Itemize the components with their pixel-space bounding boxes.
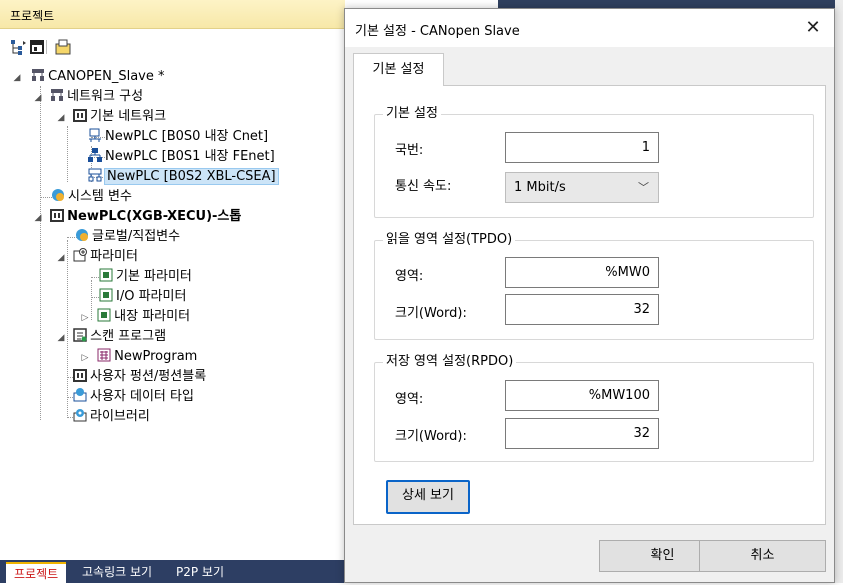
rpdo-size-label: 크기(Word):	[395, 429, 467, 444]
tpdo-area-field[interactable]: %MW0	[505, 257, 659, 288]
tree-node-csea[interactable]: NewPLC [B0S2 XBL-CSEA]	[87, 167, 279, 187]
project-tree: ◢ CANOPEN_Slave * ◢ 네트워크 구성 ◢ 기본 네트워크 Ne…	[0, 60, 345, 540]
dialog-titlebar: 기본 설정 - CANopen Slave ✕	[345, 9, 834, 47]
io-parameter-icon	[98, 287, 114, 303]
tree-node-network-config[interactable]: ◢ 네트워크 구성	[35, 87, 143, 107]
project-panel-header: 프로젝트	[0, 0, 345, 29]
tpdo-size-label: 크기(Word):	[395, 306, 467, 321]
collapse-arrow-icon[interactable]: ◢	[56, 113, 66, 123]
base-network-icon	[72, 107, 88, 123]
bottom-tab-bar: 프로젝트 고속링크 보기 P2P 보기	[0, 560, 345, 583]
basic-parameter-icon	[98, 267, 114, 283]
collapse-arrow-icon[interactable]: ◢	[33, 93, 43, 103]
expand-arrow-icon[interactable]: ▷	[80, 353, 90, 363]
speed-label: 통신 속도:	[395, 179, 452, 194]
speed-select-value: 1 Mbit/s	[514, 180, 566, 195]
tree-node-builtin-parameter[interactable]: ▷ 내장 파라미터	[82, 307, 190, 327]
station-number-field[interactable]: 1	[505, 132, 659, 163]
group-title: 기본 설정	[383, 106, 441, 122]
tab-project[interactable]: 프로젝트	[6, 562, 67, 583]
group-title: 읽을 영역 설정(TPDO)	[383, 232, 516, 248]
builtin-parameter-icon	[96, 307, 112, 323]
global-variable-icon	[74, 227, 90, 243]
collapse-arrow-icon[interactable]: ◢	[12, 73, 22, 83]
tree-layout-icon[interactable]	[10, 38, 28, 56]
tpdo-area-label: 영역:	[395, 269, 424, 284]
tpdo-group: 읽을 영역 설정(TPDO) 영역: %MW0 크기(Word): 32	[374, 232, 814, 340]
tree-node-scan-program[interactable]: ◢ 스캔 프로그램	[58, 327, 166, 347]
plc-icon	[49, 207, 65, 223]
tree-node-parameter[interactable]: ◢ 파라미터	[58, 247, 138, 267]
tree-node-project-root[interactable]: ◢ CANOPEN_Slave *	[12, 67, 165, 87]
rpdo-area-label: 영역:	[395, 392, 424, 407]
toolbar-separator	[46, 40, 47, 54]
collapse-arrow-icon[interactable]: ◢	[56, 333, 66, 343]
network-config-icon	[49, 87, 65, 103]
tpdo-size-field[interactable]: 32	[505, 294, 659, 325]
tree-node-basic-parameter[interactable]: 기본 파라미터	[98, 267, 192, 287]
detail-view-button[interactable]: 상세 보기	[386, 480, 470, 514]
tree-node-plc[interactable]: ◢ NewPLC(XGB-XECU)-스톱	[35, 207, 241, 227]
scan-program-icon	[72, 327, 88, 343]
project-panel-title: 프로젝트	[10, 9, 55, 23]
tree-line	[67, 126, 68, 182]
tree-node-global-variable[interactable]: 글로벌/직접변수	[74, 227, 180, 247]
tree-node-system-variable[interactable]: 시스템 변수	[50, 187, 132, 207]
tab-p2p[interactable]: P2P 보기	[168, 562, 232, 583]
cancel-button[interactable]: 취소	[699, 540, 826, 572]
background-window-bar	[498, 0, 843, 8]
station-label: 국번:	[395, 143, 424, 158]
tab-basic-settings[interactable]: 기본 설정	[353, 53, 444, 86]
fenet-icon	[87, 147, 103, 163]
tab-page: 기본 설정 국번: 1 통신 속도: 1 Mbit/s ﹀ 읽을 영역 설정(T…	[353, 85, 826, 525]
tree-node-fenet[interactable]: NewPLC [B0S1 내장 FEnet]	[87, 147, 275, 167]
project-panel: 프로젝트 ◢ CANOPEN_Slave * ◢ 네트워크 구성 ◢ 기본 네트…	[0, 0, 345, 583]
close-icon[interactable]: ✕	[798, 13, 828, 43]
project-toolbar	[0, 30, 345, 60]
tree-node-new-program[interactable]: ▷ NewProgram	[82, 347, 197, 367]
basic-settings-dialog: 기본 설정 - CANopen Slave ✕ 기본 설정 기본 설정 국번: …	[344, 8, 835, 583]
tree-line	[40, 220, 41, 420]
csea-icon	[87, 167, 103, 183]
library-icon	[72, 407, 88, 423]
tree-node-cnet[interactable]: NewPLC [B0S0 내장 Cnet]	[87, 127, 268, 147]
collapse-arrow-icon[interactable]: ◢	[56, 253, 66, 263]
parameter-icon	[72, 247, 88, 263]
tree-node-user-function[interactable]: 사용자 펑션/펑션블록	[72, 367, 206, 387]
rpdo-size-field[interactable]: 32	[505, 418, 659, 449]
expand-arrow-icon[interactable]: ▷	[80, 313, 90, 323]
group-title: 저장 영역 설정(RPDO)	[383, 354, 517, 370]
basic-settings-group: 기본 설정 국번: 1 통신 속도: 1 Mbit/s ﹀	[374, 106, 814, 218]
cnet-icon	[87, 127, 103, 143]
properties-icon[interactable]	[54, 38, 72, 56]
background-window	[835, 0, 843, 583]
chevron-down-icon: ﹀	[638, 181, 649, 194]
window-icon[interactable]	[28, 38, 46, 56]
tree-node-library[interactable]: 라이브러리	[72, 407, 150, 427]
speed-select[interactable]: 1 Mbit/s ﹀	[505, 172, 659, 203]
network-root-icon	[30, 67, 46, 83]
tree-node-base-network[interactable]: ◢ 기본 네트워크	[58, 107, 166, 127]
tree-node-io-parameter[interactable]: I/O 파라미터	[98, 287, 186, 307]
program-icon	[96, 347, 112, 363]
tab-high-speed-link[interactable]: 고속링크 보기	[74, 562, 160, 583]
rpdo-group: 저장 영역 설정(RPDO) 영역: %MW100 크기(Word): 32	[374, 354, 814, 462]
system-variable-icon	[50, 187, 66, 203]
user-datatype-icon	[72, 387, 88, 403]
rpdo-area-field[interactable]: %MW100	[505, 380, 659, 411]
tree-node-user-datatype[interactable]: 사용자 데이터 타입	[72, 387, 194, 407]
user-function-icon	[72, 367, 88, 383]
collapse-arrow-icon[interactable]: ◢	[33, 213, 43, 223]
dialog-title: 기본 설정 - CANopen Slave	[355, 24, 520, 39]
